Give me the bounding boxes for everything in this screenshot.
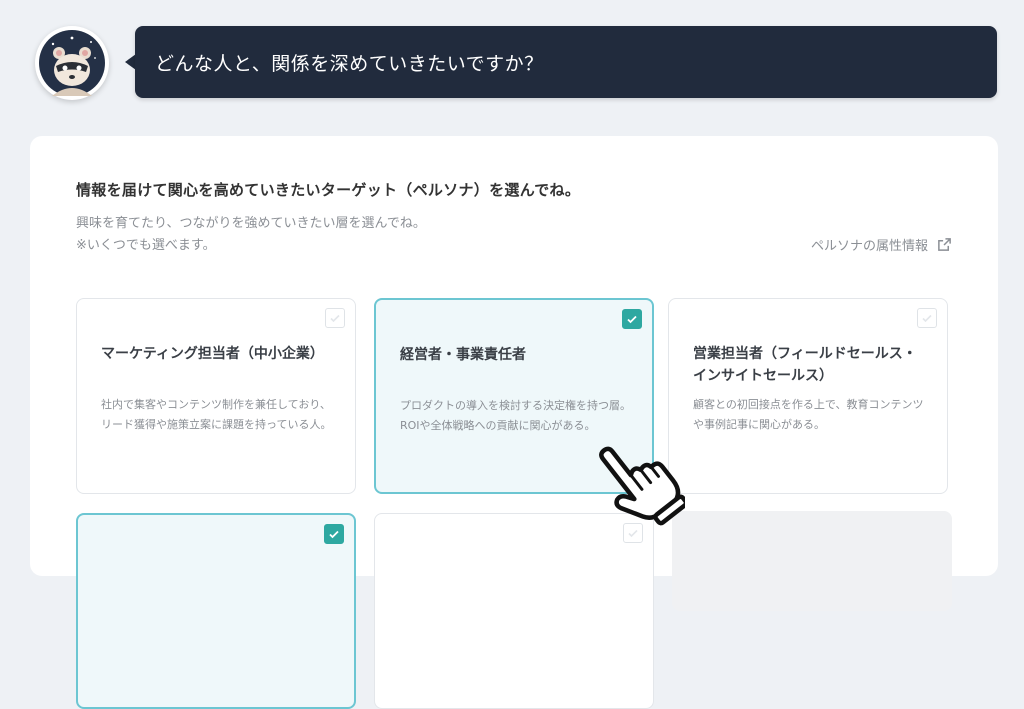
assistant-question-text: どんな人と、関係を深めていきたいですか？ xyxy=(155,52,544,75)
checkbox[interactable] xyxy=(917,308,937,328)
panel-subtitle-line2: ※いくつでも選べます。 xyxy=(76,238,216,253)
panel-subtitle-line1: 興味を育てたり、つながりを強めていきたい層を選んでね。 xyxy=(76,216,426,231)
persona-attributes-link-label: ペルソナの属性情報 xyxy=(810,239,928,254)
check-icon xyxy=(627,315,637,324)
avatar xyxy=(35,26,109,100)
check-icon xyxy=(329,530,339,539)
panel-title: 情報を届けて関心を高めていきたいターゲット（ペルソナ）を選んでね。 xyxy=(76,181,581,199)
assistant-question-bubble: どんな人と、関係を深めていきたいですか？ xyxy=(135,26,997,98)
persona-card-sales[interactable]: 営業担当者（フィールドセールス・インサイトセールス） 顧客との初回接点を作る上で… xyxy=(668,298,948,494)
persona-card-5[interactable] xyxy=(374,513,654,709)
panel-subtitle: 興味を育てたり、つながりを強めていきたい層を選んでね。 ※いくつでも選べます。 xyxy=(76,213,426,257)
persona-card-4[interactable] xyxy=(76,513,356,709)
check-icon xyxy=(628,529,638,538)
card-title: マーケティング担当者（中小企業） xyxy=(101,346,324,362)
card-description: 顧客との初回接点を作る上で、教育コンテンツや事例記事に関心がある。 xyxy=(693,398,924,431)
checkbox[interactable] xyxy=(324,524,344,544)
checkbox[interactable] xyxy=(623,523,643,543)
persona-selection-panel: 情報を届けて関心を高めていきたいターゲット（ペルソナ）を選んでね。 興味を育てた… xyxy=(30,136,998,709)
card-title: 経営者・事業責任者 xyxy=(400,347,526,363)
checkbox[interactable] xyxy=(325,308,345,328)
card-description: プロダクトの導入を検討する決定権を持つ層。ROIや全体戦略への貢献に関心がある。 xyxy=(400,399,631,432)
check-icon xyxy=(330,314,340,323)
check-icon xyxy=(922,314,932,323)
checkbox[interactable] xyxy=(622,309,642,329)
persona-card-marketing[interactable]: マーケティング担当者（中小企業） 社内で集客やコンテンツ制作を兼任しており、リー… xyxy=(76,298,356,494)
ferret-mascot-icon xyxy=(39,30,105,96)
card-title: 営業担当者（フィールドセールス・インサイトセールス） xyxy=(693,346,917,384)
persona-attributes-link[interactable]: ペルソナの属性情報 xyxy=(811,235,952,254)
persona-card-executive[interactable]: 経営者・事業責任者 プロダクトの導入を検討する決定権を持つ層。ROIや全体戦略へ… xyxy=(374,298,654,494)
loading-card-placeholder xyxy=(672,511,952,611)
external-link-icon xyxy=(938,238,951,251)
card-description: 社内で集客やコンテンツ制作を兼任しており、リード獲得や施策立案に課題を持っている… xyxy=(101,398,332,431)
